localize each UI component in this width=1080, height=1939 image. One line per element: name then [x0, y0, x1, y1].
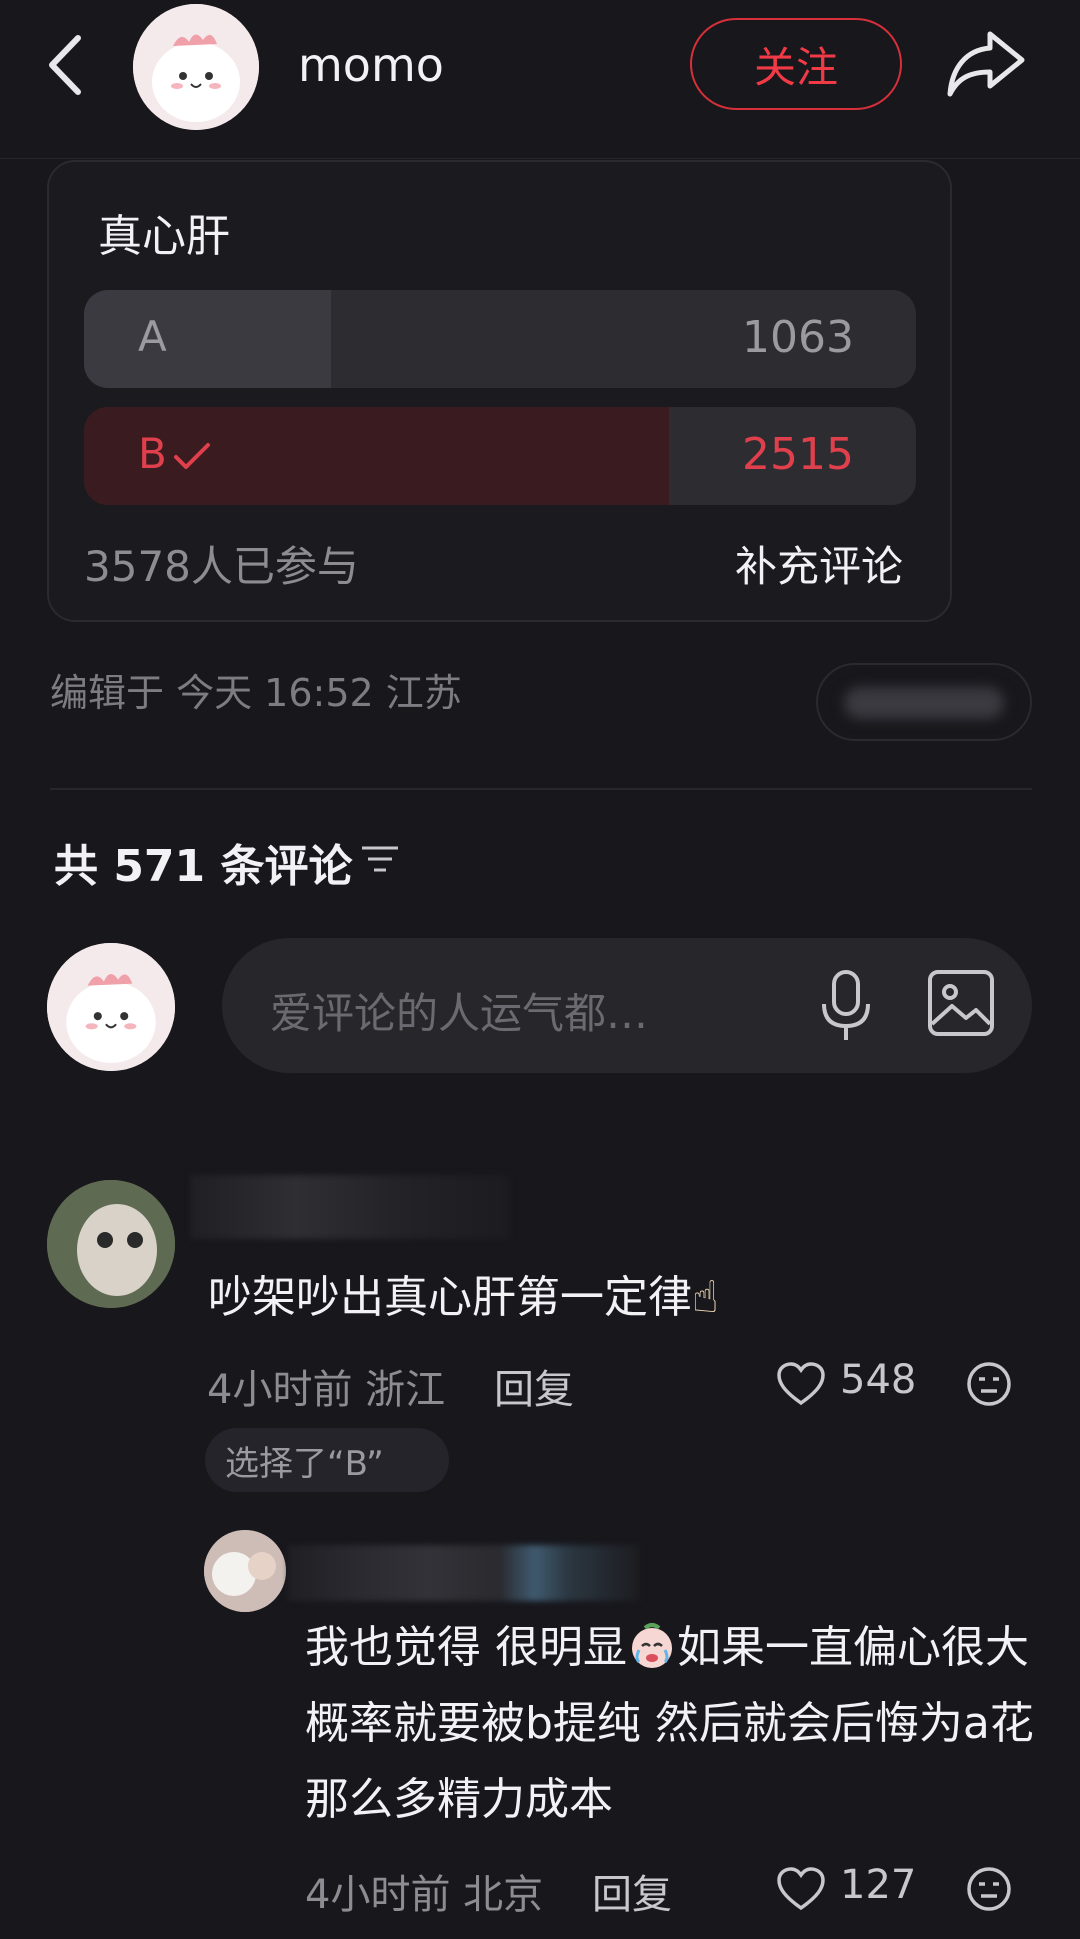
back-arrow-icon[interactable] [40, 30, 90, 100]
sort-filter-icon[interactable] [360, 842, 400, 876]
checkmark-icon [174, 443, 210, 469]
poll-option-b[interactable]: B 2515 [84, 407, 916, 505]
reply-button[interactable]: 回复 [494, 1357, 574, 1415]
poll-option-count: 2515 [742, 429, 854, 480]
replier-name-blurred[interactable] [288, 1545, 640, 1601]
poll-option-label: A [138, 312, 167, 361]
poll-choice-tag: 选择了“B” [205, 1428, 449, 1492]
edit-timestamp: 编辑于 今天 16:52 江苏 [50, 671, 462, 715]
poll-participants: 3578人已参与 [84, 542, 359, 591]
divider [50, 788, 1032, 790]
author-name[interactable]: momo [298, 38, 444, 92]
author-avatar[interactable] [133, 4, 259, 130]
comment-meta: 4小时前 浙江 [207, 1367, 446, 1413]
pointing-up-emoji-icon: ☝ [692, 1272, 719, 1323]
commenter-avatar[interactable] [47, 1180, 175, 1308]
like-count: 127 [840, 1862, 917, 1908]
microphone-icon[interactable] [816, 968, 876, 1044]
replier-avatar[interactable] [204, 1530, 286, 1612]
add-comment-link[interactable]: 补充评论 [735, 533, 903, 594]
share-icon[interactable] [944, 28, 1026, 100]
reply-text: 我也觉得 很明显 如果一直偏心很大概率就要被b提纯 然后就会后悔为a花那么多精力… [305, 1622, 1034, 1825]
poll-option-label: B [138, 429, 167, 478]
my-avatar [47, 943, 175, 1071]
reply-meta: 4小时前 北京 [305, 1872, 544, 1918]
comment-input-placeholder: 爱评论的人运气都… [270, 989, 649, 1038]
emoji-reaction-icon[interactable] [965, 1360, 1013, 1408]
reply-button[interactable]: 回复 [592, 1862, 672, 1920]
crying-face-emoji-icon [632, 1623, 672, 1668]
comment-count: 共 571 条评论 [54, 841, 353, 892]
poll-option-a[interactable]: A 1063 [84, 290, 916, 388]
image-icon[interactable] [926, 968, 996, 1038]
poll-option-count: 1063 [742, 312, 854, 363]
poll-title: 真心肝 [98, 211, 230, 262]
like-count: 548 [840, 1357, 917, 1403]
heart-icon[interactable] [776, 1866, 826, 1912]
commenter-name-blurred[interactable] [190, 1175, 510, 1239]
blurred-pill-button[interactable] [816, 663, 1032, 741]
emoji-reaction-icon[interactable] [965, 1865, 1013, 1913]
heart-icon[interactable] [776, 1361, 826, 1407]
follow-button[interactable]: 关注 [690, 18, 902, 110]
comment-text: 吵架吵出真心肝第一定律☝ [208, 1272, 719, 1323]
poll-option-a-bar [84, 290, 331, 388]
